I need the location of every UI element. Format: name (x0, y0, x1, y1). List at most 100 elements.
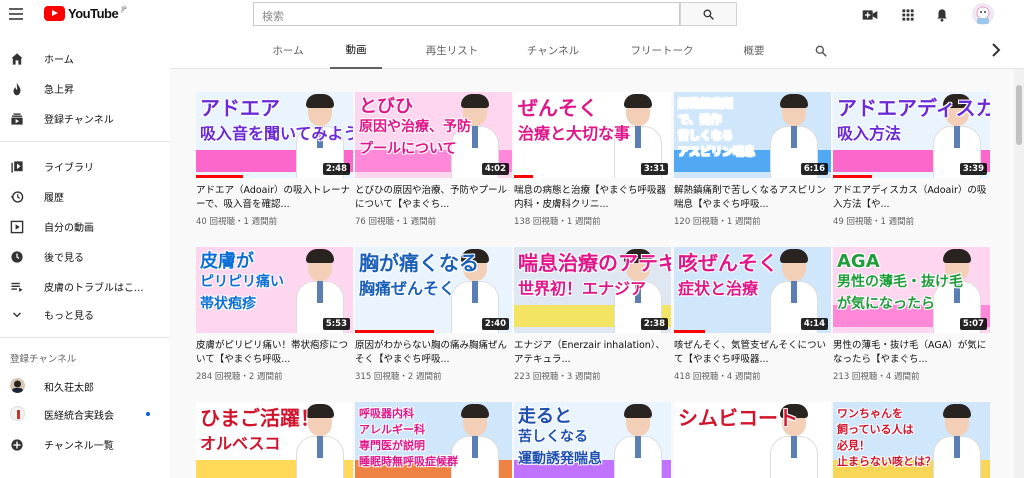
video-card[interactable]: シムビコート (674, 402, 831, 478)
video-card[interactable]: とびひ 原因や治療、予防 プールについて 4:02 とびひの原因や治療、予防やプールにつ… (355, 92, 512, 227)
video-camera-icon[interactable] (862, 7, 878, 21)
video-card[interactable]: アドエア 吸入音を聞いてみよう 2:48 アドエア（Adoair）の吸入トレーナーで、… (196, 92, 353, 227)
thumbnail-caption: 止まらない咳とは？ (837, 455, 936, 468)
video-thumbnail[interactable]: 皮膚が ピリピリ痛い 帯状疱疹 5:53 (196, 247, 353, 333)
tab-videos[interactable]: 動画 (330, 31, 382, 69)
video-thumbnail[interactable]: 喘息治療のアテキュラ世界初！エナジア 2:38 (514, 247, 671, 333)
sidebar-item-label: ライブラリ (44, 162, 94, 174)
scrollbar-thumb[interactable] (1016, 85, 1022, 145)
top-bar: YouTube JP 検索 (0, 0, 1024, 31)
tab-channels[interactable]: チャンネル (518, 31, 588, 69)
search-input[interactable]: 検索 (253, 2, 680, 26)
duration-badge: 2:48 (322, 163, 350, 175)
video-card[interactable]: 胸が痛くなる 胸痛ぜんそく 2:40 原因がわからない胸の痛み胸痛ぜんそく【やまぐち呼… (355, 247, 512, 382)
search-button[interactable] (680, 2, 737, 26)
video-thumbnail[interactable]: ワンちゃんを 飼っている人は 必見！ 止まらない咳とは？ (833, 402, 990, 478)
thumbnail-caption: アドエア (200, 96, 280, 120)
video-thumbnail[interactable]: 呼吸器内科 アレルギー科 専門医が説明 睡眠時無呼吸症候群 (355, 402, 512, 478)
video-card[interactable]: AGA 男性の薄毛・抜け毛 が気になったら 5:07 男性の薄毛・抜け毛（AGA）が気に… (833, 247, 990, 382)
video-title[interactable]: 咳ぜんそく、気管支ぜんそくについて【やまぐち呼吸器... (674, 339, 831, 367)
video-card[interactable]: ひまご活躍！ オルベスコ (196, 402, 353, 478)
sidebar-item-playlist[interactable]: 皮膚のトラブルはこ... (0, 273, 170, 299)
video-thumbnail[interactable]: シムビコート (674, 402, 831, 478)
channel-avatar (10, 406, 25, 421)
video-thumbnail[interactable]: 走ると 苦しくなる 運動誘発喘息 (514, 402, 671, 478)
bell-icon[interactable] (934, 7, 950, 22)
video-title[interactable]: エナジア（Enerzair inhalation）、アテキュラ... (514, 339, 671, 367)
thumbnail-caption: 苦しくなる (678, 129, 733, 142)
video-card[interactable]: 解熱鎮痛剤 で、発作 苦しくなる アスピリン喘息 6:16 解熱鎮痛剤で苦しくなるアスピリ… (674, 92, 831, 227)
home-icon (10, 51, 24, 65)
tab-home[interactable]: ホーム (260, 31, 316, 69)
sidebar-item-browse-channels[interactable]: チャンネル一覧 (0, 431, 170, 457)
presenter-figure (614, 402, 662, 478)
video-title[interactable]: とびひの原因や治療、予防やプールについて【やまぐち... (355, 184, 512, 212)
video-thumbnail[interactable]: アドエア 吸入音を聞いてみよう 2:48 (196, 92, 353, 178)
search-icon[interactable] (814, 43, 828, 57)
sidebar-item-your-videos[interactable]: 自分の動画 (0, 213, 170, 239)
video-title[interactable]: 男性の薄毛・抜け毛（AGA）が気になったら【やまぐち... (833, 339, 990, 367)
sidebar-item-trending[interactable]: 急上昇 (0, 75, 170, 101)
video-title[interactable]: 皮膚がピリピリ痛い！帯状疱疹について【やまぐち呼吸... (196, 339, 353, 367)
watch-progress-bar (514, 175, 533, 178)
sidebar-item-label: チャンネル一覧 (44, 440, 114, 452)
video-title[interactable]: アドエアディスカス（Adoair）の吸入方法【や... (833, 184, 990, 212)
account-avatar[interactable] (972, 3, 994, 25)
video-title[interactable]: アドエア（Adoair）の吸入トレーナーで、吸入音を確認... (196, 184, 353, 212)
sidebar-item-home[interactable]: ホーム (0, 45, 170, 71)
thumbnail-caption: 呼吸器内科 (359, 407, 414, 420)
watch-progress-bar (833, 175, 873, 178)
sidebar-item-label: 後で見る (44, 252, 84, 264)
video-title[interactable]: 解熱鎮痛剤で苦しくなるアスピリン喘息【やまぐち呼吸... (674, 184, 831, 212)
subscription-item[interactable]: 和久荘太郎 (0, 373, 170, 399)
video-thumbnail[interactable]: ぜんそく 治療と大切な事 3:31 (514, 92, 671, 178)
video-thumbnail[interactable]: とびひ 原因や治療、予防 プールについて 4:02 (355, 92, 512, 178)
apps-grid-icon[interactable] (900, 7, 916, 21)
library-icon (10, 159, 24, 173)
tab-free-talk[interactable]: フリートーク (620, 31, 704, 69)
video-thumbnail[interactable]: 咳ぜんそく 症状と治療 4:14 (674, 247, 831, 333)
sidebar-item-history[interactable]: 履歴 (0, 183, 170, 209)
sidebar-show-more[interactable]: もっと見る (0, 301, 170, 327)
thumbnail-caption: 咳ぜんそく (678, 251, 778, 275)
video-thumbnail[interactable]: ひまご活躍！ オルベスコ (196, 402, 353, 478)
menu-icon[interactable] (9, 8, 23, 20)
video-card[interactable]: 走ると 苦しくなる 運動誘発喘息 (514, 402, 671, 478)
youtube-logo[interactable]: YouTube JP (44, 6, 127, 21)
video-thumbnail[interactable]: 解熱鎮痛剤 で、発作 苦しくなる アスピリン喘息 6:16 (674, 92, 831, 178)
history-icon (10, 189, 24, 203)
video-title[interactable]: 原因がわからない胸の痛み胸痛ぜんそく【やまぐち呼吸... (355, 339, 512, 367)
thumbnail-caption: 吸入方法 (837, 124, 902, 143)
tab-about[interactable]: 概要 (734, 31, 774, 69)
presenter-figure (451, 402, 499, 478)
video-card[interactable]: 皮膚が ピリピリ痛い 帯状疱疹 5:53 皮膚がピリピリ痛い！帯状疱疹について【やまぐち… (196, 247, 353, 382)
presenter-figure (933, 402, 981, 478)
video-card[interactable]: 呼吸器内科 アレルギー科 専門医が説明 睡眠時無呼吸症候群 (355, 402, 512, 478)
video-thumbnail[interactable]: 胸が痛くなる 胸痛ぜんそく 2:40 (355, 247, 512, 333)
thumbnail-caption: 原因や治療、予防 (359, 119, 471, 135)
video-thumbnail[interactable]: AGA 男性の薄毛・抜け毛 が気になったら 5:07 (833, 247, 990, 333)
subscription-item[interactable]: 医経統合実践会 (0, 401, 170, 427)
video-card[interactable]: 喘息治療のアテキュラ世界初！エナジア 2:38 エナジア（Enerzair inha… (514, 247, 671, 382)
sidebar-item-subscriptions[interactable]: 登録チャンネル (0, 105, 170, 131)
video-title[interactable]: 喘息の病態と治療【やまぐち呼吸器内科・皮膚科クリニ... (514, 184, 671, 212)
logo-text: YouTube (68, 6, 119, 21)
sidebar-item-watch-later[interactable]: 後で見る (0, 243, 170, 269)
video-thumbnail[interactable]: アドエアディスカス吸入方法 3:39 (833, 92, 990, 178)
chevron-right-icon[interactable] (990, 42, 1002, 58)
video-card[interactable]: アドエアディスカス吸入方法 3:39 アドエアディスカス（Adoair）の吸入方法【… (833, 92, 990, 227)
tab-playlists[interactable]: 再生リスト (414, 31, 490, 69)
video-card[interactable]: ワンちゃんを 飼っている人は 必見！ 止まらない咳とは？ (833, 402, 990, 478)
sidebar-item-label: 急上昇 (44, 84, 74, 96)
video-meta: 40 回視聴・1 週間前 (196, 217, 278, 227)
video-card[interactable]: ぜんそく 治療と大切な事 3:31 喘息の病態と治療【やまぐち呼吸器内科・皮膚科クリニ… (514, 92, 671, 227)
duration-badge: 6:16 (800, 163, 828, 175)
video-meta: 223 回視聴・3 週間前 (514, 372, 601, 382)
duration-badge: 4:02 (481, 163, 509, 175)
sidebar-item-library[interactable]: ライブラリ (0, 153, 170, 179)
thumbnail-caption: 男性の薄毛・抜け毛 (837, 274, 963, 290)
clock-icon (10, 249, 24, 263)
watch-progress-bar (196, 175, 244, 178)
thumbnail-caption: 世界初！エナジア (518, 279, 647, 298)
video-card[interactable]: 咳ぜんそく 症状と治療 4:14 咳ぜんそく、気管支ぜんそくについて【やまぐち呼吸器.… (674, 247, 831, 382)
